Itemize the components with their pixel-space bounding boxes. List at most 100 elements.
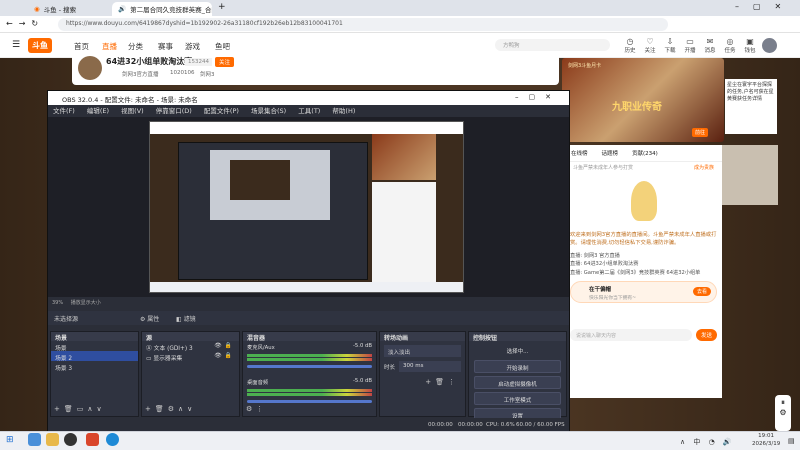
douyu-taskbar-icon[interactable]	[86, 433, 99, 446]
duration-input[interactable]: 300 ms	[399, 361, 461, 372]
menu-view[interactable]: 视图(V)	[121, 107, 144, 115]
banner-button[interactable]: 前往	[692, 128, 709, 137]
gift-card: 在干偏帽 快乐阳光你当下拥有~ 去看	[570, 280, 717, 303]
volume-slider[interactable]	[247, 400, 372, 403]
menu-file[interactable]: 文件(F)	[53, 107, 75, 115]
browser-tab-active[interactable]: 🔊 第二届合同久竞技群英赛_合同	[112, 2, 212, 16]
gift-desc: 快乐阳光你当下拥有~	[589, 295, 637, 301]
side-toolbar[interactable]: ⏸ ⚙	[775, 395, 791, 431]
nav-category[interactable]: 分类	[128, 41, 143, 52]
start-icon[interactable]: ⊞	[6, 435, 14, 445]
history-icon[interactable]: ◷ 历史	[620, 37, 640, 54]
scene-controls[interactable]: +🗑▭∧∨	[51, 405, 138, 416]
obs-window-controls[interactable]: –▢✕	[515, 93, 561, 101]
sources-panel: 源 Ⓐ 文本 (GDI+) 3 👁🔒 ▭ 显示器采集 👁🔒 +🗑⚙∧∨	[141, 331, 240, 417]
message-icon[interactable]: ✉ 消息	[700, 37, 720, 54]
broadcast-icon[interactable]: ▭ 开播	[680, 37, 700, 54]
transition-select[interactable]: 淡入淡出	[384, 345, 461, 357]
task-icon[interactable]: ◎ 任务	[720, 37, 740, 54]
nav-yuba[interactable]: 鱼吧	[215, 41, 230, 52]
audio-meter	[247, 354, 372, 357]
browser-tab[interactable]: ◉ 斗鱼 - 搜索	[28, 2, 110, 16]
visibility-lock-icons[interactable]: 👁🔒	[214, 343, 235, 349]
menu-icon[interactable]: ☰	[12, 40, 20, 50]
tray-icons[interactable]: ∧ 中 ◔ 🔊	[680, 437, 735, 447]
volume-slider[interactable]	[247, 365, 372, 368]
new-tab-button[interactable]: +	[218, 2, 226, 12]
transitions-title: 转场动画	[380, 332, 465, 342]
chat-tab-contrib[interactable]: 贡献(234)	[632, 149, 658, 157]
clock[interactable]: 19:01 2026/3/19	[752, 433, 780, 448]
notification-icon[interactable]: ▤	[788, 437, 795, 445]
stream-time: 00:00:00	[428, 422, 453, 428]
banner-title: 九职业传奇	[612, 102, 662, 113]
text-icon: Ⓐ	[146, 346, 154, 352]
avatar[interactable]	[762, 38, 777, 53]
download-icon[interactable]: ⇩ 下载	[660, 37, 680, 54]
menu-edit[interactable]: 编辑(E)	[87, 107, 109, 115]
nav-home[interactable]: 首页	[74, 41, 89, 52]
follow-button[interactable]: 关注	[215, 57, 235, 67]
url-field[interactable]: https://www.douyu.com/6419867dyshid=1b19…	[58, 18, 668, 31]
pause-icon[interactable]: ⏸	[775, 395, 791, 408]
douyu-logo[interactable]: 斗鱼	[28, 38, 52, 53]
virtual-camera-button[interactable]: 启动虚拟摄像机	[474, 376, 561, 389]
chat-message: 直播: 64进32小组单败淘汰赛	[570, 261, 639, 268]
mixer-controls[interactable]: ⚙⋮	[243, 405, 376, 416]
zoom-value[interactable]: 39%	[52, 300, 63, 306]
track-db: -5.0 dB	[352, 343, 372, 349]
cpu-usage: CPU: 0.6%	[486, 422, 515, 428]
room-id: 153244	[185, 58, 212, 66]
obs-titlebar: OBS 32.0.4 - 配置文件: 未命名 - 场景: 未命名 –▢✕	[48, 91, 569, 105]
window-controls[interactable]: –▢✕	[735, 2, 795, 11]
nav-arrows-icon[interactable]: ←→↻	[6, 19, 44, 28]
folder-icon[interactable]	[46, 433, 59, 446]
nav-events[interactable]: 赛事	[158, 41, 173, 52]
filters-button[interactable]: ◧ 滤镜	[176, 314, 196, 323]
track-db: -5.0 dB	[352, 378, 372, 384]
start-recording-button[interactable]: 开始录制	[474, 360, 561, 373]
wallet-icon[interactable]: ▣ 钱包	[740, 37, 760, 54]
gift-watch-button[interactable]: 去看	[692, 286, 711, 296]
menu-profile[interactable]: 配置文件(P)	[204, 107, 239, 115]
obs-taskbar-icon[interactable]	[64, 433, 77, 446]
obs-menubar: 文件(F) 编辑(E) 视图(V) 停靠窗口(D) 配置文件(P) 场景集合(S…	[48, 105, 569, 117]
owner-name[interactable]: 剑网3官方直播	[122, 70, 159, 78]
room-tag[interactable]: 剑网3	[200, 70, 215, 78]
menu-help[interactable]: 帮助(H)	[332, 107, 355, 115]
source-item[interactable]: Ⓐ 文本 (GDI+) 3 👁🔒	[142, 341, 239, 352]
transition-controls[interactable]: +🗑⋮	[380, 376, 465, 388]
follow-icon[interactable]: ♡ 关注	[640, 37, 660, 54]
scene-item[interactable]: 场景	[51, 341, 138, 352]
chat-panel: 在线榜 话题榜 贡献(234) 斗鱼严禁未成年人参与打赏 成为贵族 欢迎来到剑网…	[565, 145, 722, 398]
app-icon[interactable]	[28, 433, 41, 446]
studio-mode-button[interactable]: 工作室模式	[474, 392, 561, 405]
menu-tools[interactable]: 工具(T)	[298, 107, 320, 115]
transitions-panel: 转场动画 淡入淡出 时长 300 ms +🗑⋮	[379, 331, 466, 417]
edge-icon[interactable]	[106, 433, 119, 446]
nav-live[interactable]: 直播	[102, 41, 117, 52]
noble-badge[interactable]: 成为贵族	[694, 164, 714, 171]
chat-tab-topic[interactable]: 话题榜	[602, 149, 619, 157]
chat-tab-online[interactable]: 在线榜	[571, 149, 588, 157]
nav-games[interactable]: 游戏	[185, 41, 200, 52]
scene-item-selected[interactable]: 场景 2	[51, 351, 138, 362]
obs-preview[interactable]	[48, 117, 569, 297]
menu-docks[interactable]: 停靠窗口(D)	[156, 107, 192, 115]
preview-canvas[interactable]	[149, 121, 464, 293]
menu-scene-collection[interactable]: 场景集合(S)	[251, 107, 286, 115]
controls-panel: 控制按钮 选择中... 开始录制 启动虚拟摄像机 工作室模式 设置	[468, 331, 567, 421]
chat-input[interactable]: 说说输入聊天内容	[570, 328, 692, 341]
streamer-avatar[interactable]	[78, 56, 102, 80]
source-item[interactable]: ▭ 显示器采集 👁🔒	[142, 351, 239, 362]
visibility-lock-icons[interactable]: 👁🔒	[214, 353, 235, 359]
scene-item[interactable]: 场景 3	[51, 361, 138, 372]
properties-button[interactable]: ⚙ 属性	[140, 314, 159, 323]
banner-sub: 剑网3斗鱼月卡	[568, 63, 602, 69]
settings-icon[interactable]: ⚙	[775, 408, 791, 417]
douyu-tab-icon: ◉	[34, 5, 40, 13]
site-search-input[interactable]: 方鸭狗	[495, 39, 610, 51]
source-controls[interactable]: +🗑⚙∧∨	[142, 405, 239, 416]
send-button[interactable]: 发送	[695, 328, 717, 341]
promo-banner[interactable]: 九职业传奇 剑网3斗鱼月卡 前往	[562, 58, 724, 142]
